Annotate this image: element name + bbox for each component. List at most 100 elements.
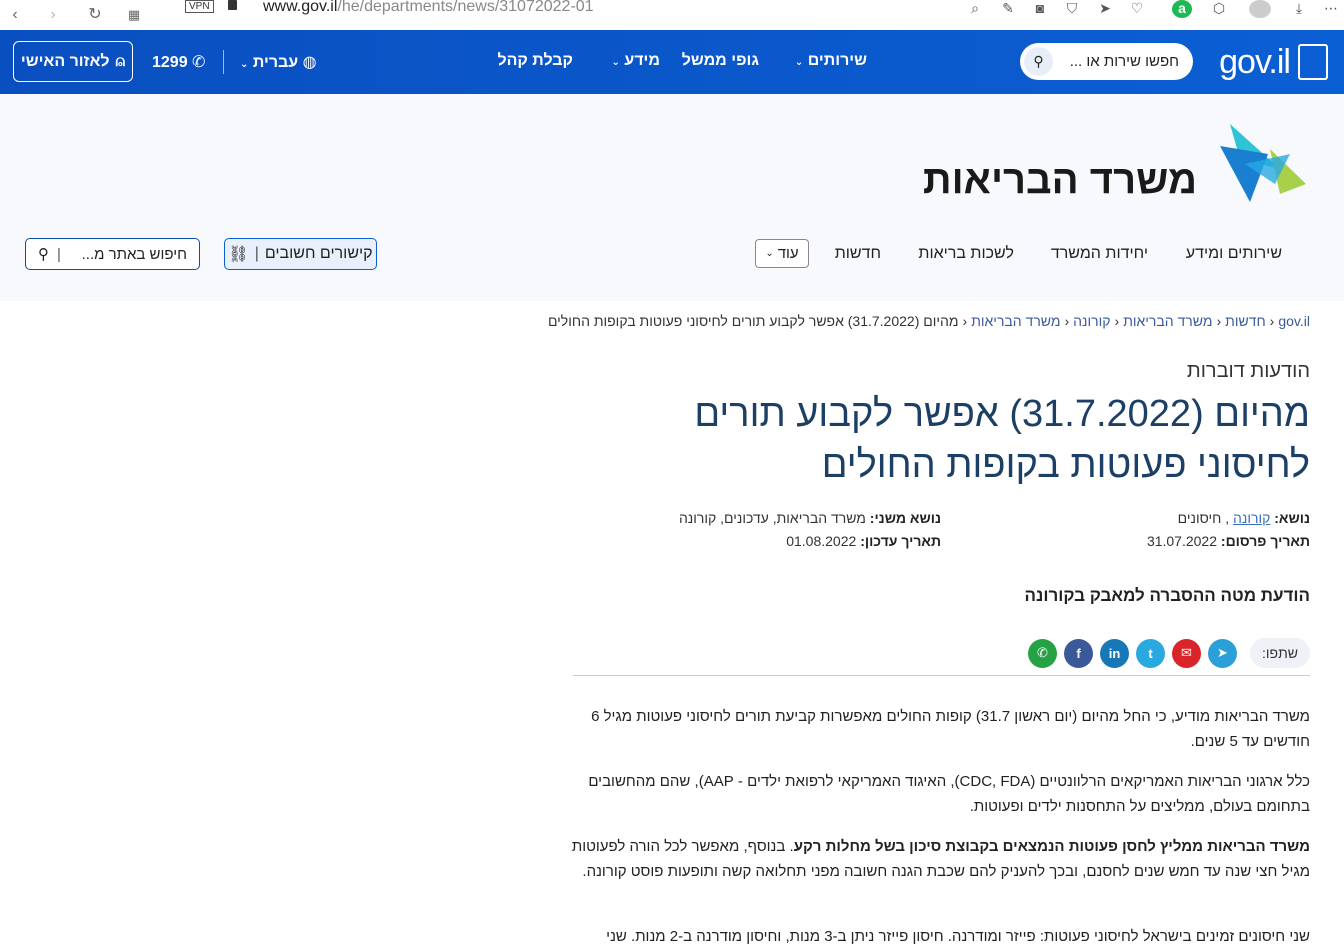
chevron-down-icon: ⌄ bbox=[240, 59, 249, 70]
user-icon: ⍝ bbox=[115, 52, 126, 70]
camera-icon[interactable]: ◙ bbox=[1031, 0, 1049, 16]
menu-dots-icon[interactable]: ⋯ bbox=[1322, 0, 1340, 16]
twitter-icon[interactable]: t bbox=[1136, 638, 1165, 668]
menu-item-label: שירותים bbox=[807, 52, 867, 69]
address-bar[interactable]: www.gov.il/he/departments/news/31072022-… bbox=[263, 0, 594, 16]
gov-search-placeholder: חפשו שירות או ... bbox=[1069, 53, 1179, 70]
vpn-badge[interactable]: VPN bbox=[185, 0, 214, 13]
chevron-down-icon: ⌄ bbox=[794, 57, 804, 68]
apps-grid-icon[interactable]: ▦ bbox=[125, 6, 143, 24]
divider: | bbox=[57, 245, 61, 263]
reload-icon[interactable]: ↻ bbox=[86, 6, 104, 24]
menu-item-reception[interactable]: קבלת קהל bbox=[497, 52, 573, 70]
breadcrumb-current: מהיום (31.7.2022) אפשר לקבוע תורים לחיסו… bbox=[547, 313, 959, 329]
forward-icon[interactable]: › bbox=[44, 6, 62, 24]
chevron-left-icon: ‹ bbox=[1114, 313, 1120, 329]
extension-a-icon[interactable]: a bbox=[1172, 0, 1192, 18]
gov-logo[interactable]: gov.il bbox=[1219, 40, 1328, 84]
more-dropdown[interactable]: עוד ⌄ bbox=[755, 239, 809, 268]
important-links-button[interactable]: ⛓ | קישורים חשובים bbox=[224, 238, 377, 270]
article-subhead: הודעת מטה ההסברה למאבק בקורונה bbox=[1024, 586, 1311, 605]
phone-icon: ✆ bbox=[192, 54, 206, 71]
meta-subtopic-value: משרד הבריאות, עדכונים, קורונה bbox=[678, 510, 870, 526]
article-paragraph: שני חיסונים זמינים בישראל לחיסוני פעוטות… bbox=[606, 928, 1310, 945]
chevron-down-icon: ⌄ bbox=[611, 57, 620, 68]
chevron-down-icon: ⌄ bbox=[765, 248, 774, 259]
meta-subtopic: נושא משני: משרד הבריאות, עדכונים, קורונה bbox=[679, 510, 941, 526]
chevron-left-icon: ‹ bbox=[1064, 313, 1070, 329]
heart-icon[interactable]: ♡ bbox=[1128, 0, 1146, 16]
lock-icon[interactable] bbox=[228, 0, 237, 10]
site-search-placeholder: חיפוש באתר מ... bbox=[81, 245, 187, 263]
meta-topic-rest: , חיסונים bbox=[1177, 510, 1234, 526]
personal-area-label: לאזור האישי bbox=[20, 52, 110, 70]
edit-icon[interactable]: ✎ bbox=[999, 0, 1017, 16]
article-headline: מהיום (31.7.2022) אפשר לקבוע תורים לחיסו… bbox=[694, 393, 1310, 486]
profile-avatar[interactable] bbox=[1249, 0, 1271, 18]
menu-item-gov-bodies[interactable]: גופי ממשל bbox=[682, 52, 759, 70]
chevron-left-icon: ‹ bbox=[1216, 313, 1222, 329]
important-links-label: קישורים חשובים bbox=[264, 245, 373, 262]
meta-topic-label: נושא: bbox=[1274, 510, 1310, 526]
share-label: שתפו: bbox=[1250, 638, 1310, 668]
shield-icon[interactable]: ⛉ bbox=[1063, 0, 1081, 16]
linkedin-icon[interactable]: in bbox=[1100, 638, 1129, 668]
breadcrumb-item[interactable]: חדשות bbox=[1225, 313, 1266, 329]
ministry-nav-health-bureaus[interactable]: לשכות בריאות bbox=[918, 245, 1014, 263]
article-content: gov.il‹חדשות‹משרד הבריאות‹קורונה‹משרד הב… bbox=[0, 301, 1344, 947]
article-paragraph: כלל ארגוני הבריאות האמריקאים הרלוונטיים … bbox=[588, 773, 1310, 815]
article-kicker: הודעות דוברות bbox=[1186, 360, 1310, 382]
divider: | bbox=[254, 245, 259, 262]
meta-published: תאריך פרסום: 31.07.2022 bbox=[1147, 533, 1310, 549]
meta-updated: תאריך עדכון: 01.08.2022 bbox=[786, 533, 941, 549]
ministry-nav-units[interactable]: יחידות המשרד bbox=[1051, 245, 1148, 263]
more-label: עוד bbox=[777, 245, 799, 262]
meta-subtopic-label: נושא משני: bbox=[869, 510, 941, 526]
search-icon[interactable]: ⚲ bbox=[38, 245, 49, 263]
telegram-icon[interactable]: ➤ bbox=[1208, 638, 1237, 668]
meta-updated-value: 01.08.2022 bbox=[786, 533, 861, 549]
ministry-header: משרד הבריאות שירותים ומידע יחידות המשרד … bbox=[0, 94, 1344, 301]
email-icon[interactable]: ✉ bbox=[1172, 638, 1201, 668]
meta-published-label: תאריך פרסום: bbox=[1220, 533, 1310, 549]
article-paragraph: משרד הבריאות מודיע, כי החל מהיום (יום רא… bbox=[591, 708, 1310, 750]
phone-link[interactable]: 1299 ✆ bbox=[152, 52, 205, 72]
ministry-title: משרד הבריאות bbox=[922, 158, 1197, 202]
gov-logo-text: gov.il bbox=[1219, 42, 1291, 81]
ministry-nav-news[interactable]: חדשות bbox=[835, 245, 881, 263]
personal-area-button[interactable]: לאזור האישי ⍝ bbox=[13, 41, 133, 82]
paragraph-bold: משרד הבריאות ממליץ לחסן פעוטות הנמצאים ב… bbox=[793, 838, 1310, 855]
ministry-nav-services[interactable]: שירותים ומידע bbox=[1186, 245, 1282, 263]
menu-item-info[interactable]: ⌄ מידע bbox=[612, 52, 661, 70]
menu-item-label: קבלת קהל bbox=[497, 52, 573, 69]
facebook-icon[interactable]: f bbox=[1064, 638, 1093, 668]
chevron-left-icon: ‹ bbox=[962, 313, 968, 329]
back-icon[interactable]: ‹ bbox=[6, 6, 24, 24]
send-icon[interactable]: ➤ bbox=[1096, 0, 1114, 16]
url-host: www.gov.il bbox=[263, 0, 338, 15]
breadcrumb-item[interactable]: gov.il bbox=[1278, 313, 1310, 329]
link-icon: ⛓ bbox=[228, 246, 249, 263]
breadcrumb-item[interactable]: משרד הבריאות bbox=[1123, 313, 1212, 329]
download-icon[interactable]: ⤓ bbox=[1290, 0, 1308, 16]
globe-icon: ◍ bbox=[302, 54, 317, 71]
ministry-logo-icon[interactable] bbox=[1220, 124, 1306, 204]
breadcrumb-item[interactable]: קורונה bbox=[1073, 313, 1110, 329]
cube-icon[interactable]: ⬡ bbox=[1210, 0, 1228, 16]
site-search-input[interactable]: ⚲ | חיפוש באתר מ... bbox=[25, 238, 200, 270]
menorah-emblem-icon bbox=[1298, 44, 1328, 80]
menu-item-services[interactable]: ⌄ שירותים bbox=[795, 52, 867, 70]
breadcrumb: gov.il‹חדשות‹משרד הבריאות‹קורונה‹משרד הב… bbox=[548, 313, 1310, 329]
phone-number: 1299 bbox=[152, 54, 188, 71]
gov-search-input[interactable]: חפשו שירות או ... ⚲ bbox=[1020, 43, 1193, 80]
language-selector[interactable]: ⌄ עברית ◍ bbox=[240, 52, 317, 72]
whatsapp-icon[interactable]: ✆ bbox=[1028, 638, 1057, 668]
search-page-icon[interactable]: ⌕ bbox=[966, 0, 984, 16]
meta-topic-link[interactable]: קורונה bbox=[1233, 510, 1270, 526]
search-icon[interactable]: ⚲ bbox=[1024, 47, 1053, 76]
meta-topic: נושא: קורונה , חיסונים bbox=[1178, 510, 1310, 526]
chevron-left-icon: ‹ bbox=[1269, 313, 1275, 329]
breadcrumb-item[interactable]: משרד הבריאות bbox=[971, 313, 1060, 329]
browser-toolbar: ‹ › ↻ ▦ VPN www.gov.il/he/departments/ne… bbox=[0, 0, 1344, 30]
url-path: /he/departments/news/31072022-01 bbox=[337, 0, 594, 15]
